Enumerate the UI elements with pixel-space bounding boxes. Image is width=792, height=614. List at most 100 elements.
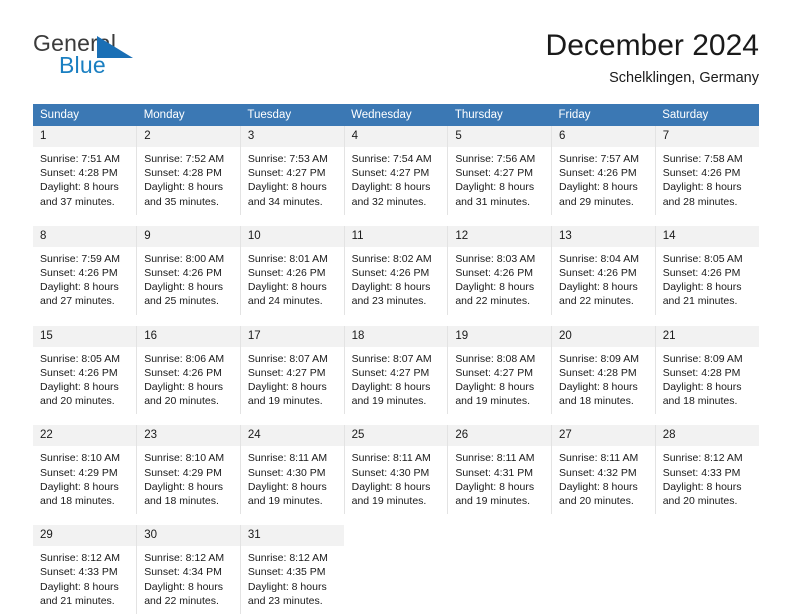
calendar-day-cell[interactable]: 16 Sunrise: 8:06 AM Sunset: 4:26 PM Dayligh… — [136, 325, 241, 415]
day-number: 3 — [240, 126, 344, 147]
calendar-day-cell[interactable]: 29 Sunrise: 8:12 AM Sunset: 4:33 PM Dayligh… — [33, 525, 138, 614]
daylight-text-line1: Daylight: 8 hours — [559, 381, 638, 394]
calendar-week-row: 1 Sunrise: 7:51 AM Sunset: 4:28 PM Daylight… — [33, 126, 759, 215]
column-header-thursday: Thursday — [447, 104, 552, 126]
calendar-day-cell[interactable]: 5 Sunrise: 7:56 AM Sunset: 4:27 PM Daylight… — [447, 126, 553, 215]
calendar-day-cell[interactable]: 21 Sunrise: 8:09 AM Sunset: 4:28 PM Dayligh… — [654, 325, 759, 415]
day-details: Sunrise: 7:56 AM Sunset: 4:27 PM Daylight:… — [448, 147, 551, 215]
daylight-text-line2: and 22 minutes. — [455, 295, 531, 308]
calendar-day-cell[interactable]: 25 Sunrise: 8:11 AM Sunset: 4:30 PM Dayligh… — [343, 425, 449, 515]
daylight-text-line1: Daylight: 8 hours — [455, 281, 535, 294]
day-number: 5 — [448, 126, 552, 147]
calendar-day-cell[interactable]: 9 Sunrise: 8:00 AM Sunset: 4:26 PM Daylight… — [136, 225, 241, 315]
calendar-day-cell[interactable]: 20 Sunrise: 8:09 AM Sunset: 4:28 PM Dayligh… — [551, 325, 656, 415]
daylight-text-line1: Daylight: 8 hours — [144, 181, 223, 194]
daylight-text-line2: and 19 minutes. — [455, 395, 531, 408]
week-spacer-cell — [33, 214, 759, 226]
daylight-text-line1: Daylight: 8 hours — [40, 281, 119, 294]
sunset-text: Sunset: 4:26 PM — [662, 267, 741, 280]
calendar-table: Sunday Monday Tuesday Wednesday Thursday… — [33, 104, 759, 614]
calendar-day-cell[interactable]: 11 Sunrise: 8:02 AM Sunset: 4:26 PM Dayligh… — [343, 225, 449, 315]
calendar-day-cell[interactable]: 1 Sunrise: 7:51 AM Sunset: 4:28 PM Daylight… — [33, 126, 138, 215]
sunset-text: Sunset: 4:31 PM — [455, 466, 533, 479]
daylight-text-line2: and 34 minutes. — [247, 195, 323, 208]
sunset-text: Sunset: 4:27 PM — [455, 167, 533, 180]
calendar-day-cell[interactable]: 13 Sunrise: 8:04 AM Sunset: 4:26 PM Dayligh… — [551, 225, 656, 315]
calendar-day-cell[interactable]: 28 Sunrise: 8:12 AM Sunset: 4:33 PM Dayligh… — [654, 425, 759, 515]
daylight-text-line2: and 19 minutes. — [351, 495, 427, 508]
day-details: Sunrise: 8:12 AM Sunset: 4:35 PM Daylight:… — [241, 546, 344, 614]
calendar-day-cell[interactable]: 10 Sunrise: 8:01 AM Sunset: 4:26 PM Dayligh… — [239, 225, 345, 315]
sunset-text: Sunset: 4:30 PM — [351, 466, 430, 479]
day-details: Sunrise: 8:07 AM Sunset: 4:27 PM Daylight:… — [345, 347, 448, 415]
calendar-day-cell[interactable]: 12 Sunrise: 8:03 AM Sunset: 4:26 PM Dayligh… — [447, 225, 553, 315]
day-number: 4 — [344, 126, 448, 147]
daylight-text-line2: and 24 minutes. — [247, 295, 323, 308]
column-header-wednesday: Wednesday — [344, 104, 448, 126]
day-details: Sunrise: 7:51 AM Sunset: 4:28 PM Daylight:… — [33, 147, 136, 215]
daylight-text-line2: and 19 minutes. — [247, 395, 323, 408]
daylight-text-line1: Daylight: 8 hours — [559, 480, 638, 493]
daylight-text-line1: Daylight: 8 hours — [455, 181, 535, 194]
calendar-day-cell[interactable]: 30 Sunrise: 8:12 AM Sunset: 4:34 PM Dayligh… — [136, 525, 241, 614]
calendar-day-cell[interactable]: 17 Sunrise: 8:07 AM Sunset: 4:27 PM Dayligh… — [239, 325, 345, 415]
sunrise-text: Sunrise: 8:03 AM — [455, 252, 536, 265]
day-number: 8 — [33, 225, 137, 247]
calendar-day-cell[interactable]: 24 Sunrise: 8:11 AM Sunset: 4:30 PM Dayligh… — [239, 425, 345, 515]
sunset-text: Sunset: 4:28 PM — [40, 167, 118, 180]
calendar-day-cell[interactable]: 14 Sunrise: 8:05 AM Sunset: 4:26 PM Dayligh… — [654, 225, 759, 315]
daylight-text-line2: and 19 minutes. — [351, 395, 427, 408]
calendar-day-cell[interactable]: 18 Sunrise: 8:07 AM Sunset: 4:27 PM Dayligh… — [343, 325, 449, 415]
daylight-text-line2: and 31 minutes. — [455, 195, 531, 208]
day-number: 19 — [448, 325, 552, 347]
sunset-text: Sunset: 4:27 PM — [247, 366, 326, 379]
page-title: December 2024 — [545, 29, 759, 62]
title-block: December 2024 Schelklingen, Germany — [546, 28, 759, 88]
calendar-day-cell[interactable]: 8 Sunrise: 7:59 AM Sunset: 4:26 PM Daylight… — [33, 225, 138, 315]
week-spacer-cell — [33, 414, 759, 426]
week-spacer-cell — [33, 314, 759, 326]
sunrise-text: Sunrise: 8:02 AM — [351, 252, 432, 265]
sunset-text: Sunset: 4:33 PM — [40, 566, 118, 579]
sunrise-text: Sunrise: 8:01 AM — [247, 252, 328, 265]
calendar-day-cell[interactable]: 19 Sunrise: 8:08 AM Sunset: 4:27 PM Dayligh… — [447, 325, 553, 415]
daylight-text-line2: and 28 minutes. — [662, 195, 738, 208]
day-number: 20 — [552, 325, 655, 347]
day-number: 6 — [552, 126, 655, 147]
sunrise-text: Sunrise: 7:57 AM — [559, 153, 639, 165]
calendar-day-cell[interactable]: 2 Sunrise: 7:52 AM Sunset: 4:28 PM Daylight… — [136, 126, 241, 215]
daylight-text-line1: Daylight: 8 hours — [351, 381, 431, 394]
sunrise-text: Sunrise: 8:07 AM — [351, 352, 432, 365]
day-details: Sunrise: 8:09 AM Sunset: 4:28 PM Daylight:… — [552, 347, 655, 415]
day-number: 1 — [33, 126, 137, 147]
day-number: 25 — [344, 425, 448, 447]
calendar-day-cell[interactable]: 26 Sunrise: 8:11 AM Sunset: 4:31 PM Dayligh… — [447, 425, 553, 515]
daylight-text-line1: Daylight: 8 hours — [662, 281, 742, 294]
calendar-day-cell[interactable]: 22 Sunrise: 8:10 AM Sunset: 4:29 PM Dayligh… — [33, 425, 138, 515]
sunset-text: Sunset: 4:34 PM — [144, 566, 222, 579]
day-number: 31 — [240, 525, 345, 547]
calendar-day-cell[interactable]: 3 Sunrise: 7:53 AM Sunset: 4:27 PM Daylight… — [239, 126, 345, 215]
calendar-day-cell[interactable]: 31 Sunrise: 8:12 AM Sunset: 4:35 PM Dayligh… — [239, 525, 345, 614]
daylight-text-line2: and 18 minutes. — [40, 495, 115, 508]
calendar-empty-cell — [655, 525, 759, 614]
calendar-day-cell[interactable]: 7 Sunrise: 7:58 AM Sunset: 4:26 PM Daylight… — [654, 126, 759, 215]
calendar-day-cell[interactable]: 23 Sunrise: 8:10 AM Sunset: 4:29 PM Dayligh… — [136, 425, 241, 515]
daylight-text-line2: and 18 minutes. — [662, 395, 738, 408]
calendar-day-cell[interactable]: 27 Sunrise: 8:11 AM Sunset: 4:32 PM Dayligh… — [551, 425, 656, 515]
sunset-text: Sunset: 4:27 PM — [351, 167, 430, 180]
calendar-day-cell[interactable]: 4 Sunrise: 7:54 AM Sunset: 4:27 PM Daylight… — [343, 126, 449, 215]
calendar-day-cell[interactable]: 15 Sunrise: 8:05 AM Sunset: 4:26 PM Dayligh… — [33, 325, 138, 415]
day-details: Sunrise: 8:12 AM Sunset: 4:33 PM Daylight:… — [33, 546, 136, 614]
sunset-text: Sunset: 4:27 PM — [351, 366, 430, 379]
daylight-text-line1: Daylight: 8 hours — [559, 181, 638, 194]
general-blue-logo[interactable]: General Blue — [33, 28, 253, 90]
calendar-day-cell[interactable]: 6 Sunrise: 7:57 AM Sunset: 4:26 PM Daylight… — [551, 126, 656, 215]
calendar-header-row: Sunday Monday Tuesday Wednesday Thursday… — [33, 104, 759, 126]
sunset-text: Sunset: 4:27 PM — [247, 167, 326, 180]
daylight-text-line1: Daylight: 8 hours — [351, 181, 431, 194]
sunset-text: Sunset: 4:26 PM — [559, 167, 637, 180]
calendar-empty-cell — [448, 525, 552, 614]
sunrise-text: Sunrise: 7:52 AM — [144, 153, 225, 165]
daylight-text-line2: and 29 minutes. — [559, 195, 634, 208]
